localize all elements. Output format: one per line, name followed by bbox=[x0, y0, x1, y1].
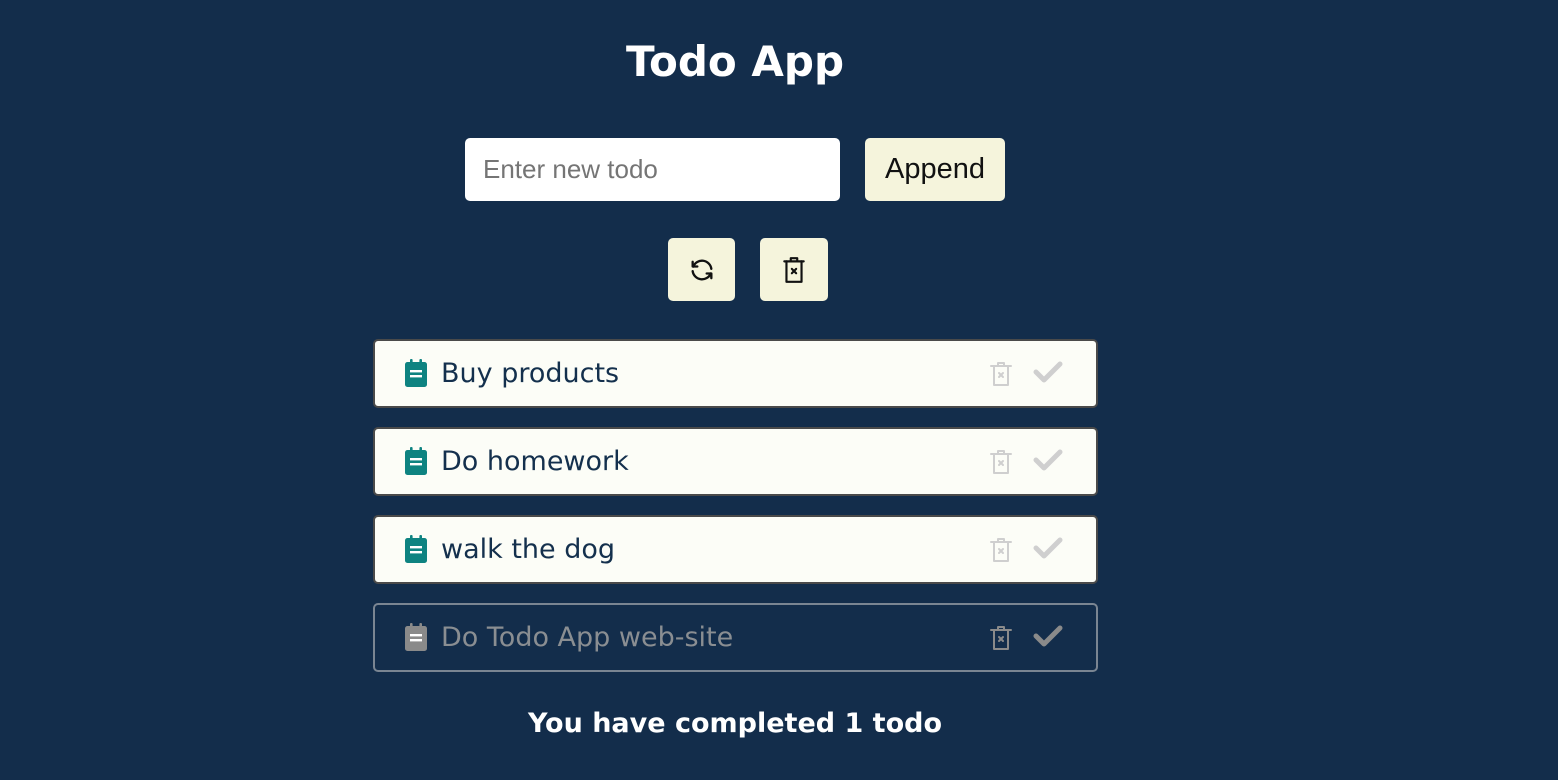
todo-text: Buy products bbox=[441, 358, 620, 389]
todo-text: Do Todo App web-site bbox=[441, 622, 734, 653]
delete-todo-icon[interactable] bbox=[989, 537, 1013, 563]
app-title: Todo App bbox=[625, 37, 845, 86]
todo-text: Do homework bbox=[441, 446, 629, 477]
todo-item: Buy products bbox=[373, 339, 1098, 408]
todo-item: walk the dog bbox=[373, 515, 1098, 584]
delete-todo-icon[interactable] bbox=[989, 361, 1013, 387]
refresh-icon bbox=[688, 256, 716, 284]
delete-todo-icon[interactable] bbox=[989, 449, 1013, 475]
append-button[interactable]: Append bbox=[865, 138, 1005, 201]
notepad-icon bbox=[404, 623, 428, 651]
delete-todo-icon[interactable] bbox=[989, 625, 1013, 651]
notepad-icon bbox=[404, 447, 428, 475]
todo-item: Do Todo App web-site bbox=[373, 603, 1098, 672]
todo-item: Do homework bbox=[373, 427, 1098, 496]
notepad-icon bbox=[404, 359, 428, 387]
completed-status: You have completed 1 todo bbox=[527, 708, 943, 739]
refresh-button[interactable] bbox=[668, 238, 735, 301]
complete-todo-icon[interactable] bbox=[1033, 624, 1063, 648]
clear-all-button[interactable] bbox=[760, 238, 828, 301]
complete-todo-icon[interactable] bbox=[1033, 536, 1063, 560]
complete-todo-icon[interactable] bbox=[1033, 360, 1063, 384]
trash-x-icon bbox=[781, 256, 807, 284]
new-todo-input[interactable] bbox=[465, 138, 840, 201]
todo-text: walk the dog bbox=[441, 534, 616, 565]
notepad-icon bbox=[404, 535, 428, 563]
complete-todo-icon[interactable] bbox=[1033, 448, 1063, 472]
